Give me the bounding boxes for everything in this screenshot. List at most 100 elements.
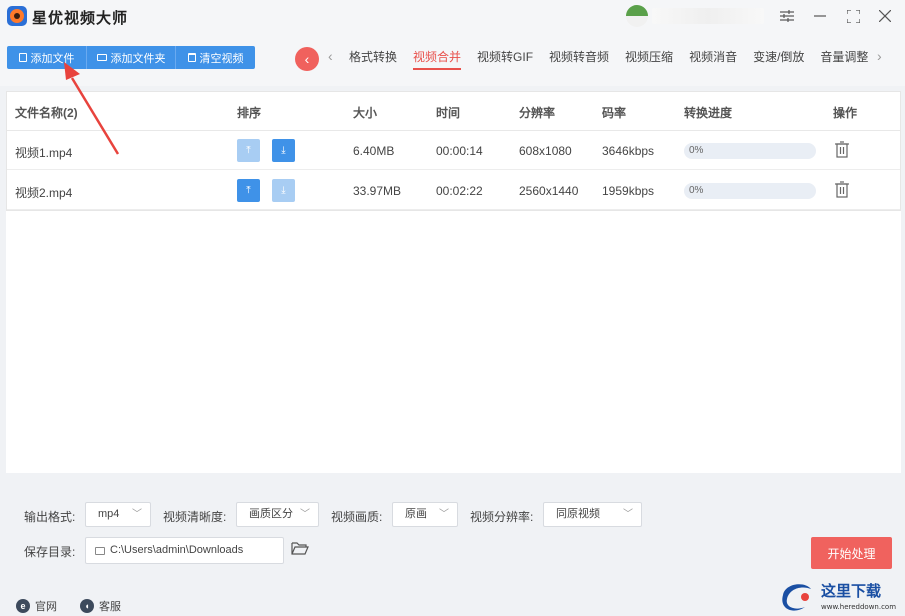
tabs-next-icon[interactable]: › (877, 48, 882, 64)
file-bitrate: 3646kbps (602, 144, 655, 158)
output-settings: 输出格式: mp4 ﹀ 视频清晰度: 画质区分 ﹀ 视频画质: 原画 ﹀ 视频分… (0, 485, 905, 585)
user-name-redacted (652, 8, 764, 24)
file-table: 文件名称(2) 排序 大小 时间 分辨率 码率 转换进度 操作 视频1.mp4 … (6, 91, 901, 473)
trash-icon (187, 53, 196, 62)
save-dir-label: 保存目录: (24, 545, 76, 559)
collapse-tabs-button[interactable]: ‹ (295, 47, 319, 71)
file-duration: 00:02:22 (436, 184, 483, 198)
watermark-brand: 这里下载 (821, 582, 881, 600)
folder-icon (96, 54, 107, 61)
trash-icon[interactable] (834, 181, 850, 199)
save-dir-input[interactable]: C:\Users\admin\Downloads (85, 537, 284, 564)
title-bar: 星优视频大师 (0, 0, 905, 34)
quality-select[interactable]: 原画 ﹀ (392, 502, 458, 527)
table-header: 文件名称(2) 排序 大小 时间 分辨率 码率 转换进度 操作 (6, 91, 901, 131)
close-icon[interactable] (872, 4, 898, 28)
website-label: 官网 (35, 601, 57, 613)
tab-video-compress[interactable]: 视频压缩 (625, 48, 673, 70)
resolution-value: 同原视频 (556, 508, 600, 520)
move-down-button[interactable]: ⤓ (272, 139, 295, 162)
maximize-icon[interactable] (840, 4, 866, 28)
resolution-select[interactable]: 同原视频 ﹀ (543, 502, 642, 527)
start-process-button[interactable]: 开始处理 (811, 537, 892, 569)
chevron-down-icon: ﹀ (623, 509, 633, 520)
app-title: 星优视频大师 (32, 10, 129, 27)
chat-icon: ◖ (80, 599, 94, 613)
file-size: 6.40MB (353, 144, 395, 158)
add-file-button[interactable]: 添加文件 (7, 46, 87, 69)
tab-video-merge[interactable]: 视频合并 (413, 48, 462, 70)
browser-icon: e (16, 599, 30, 613)
progress-text: 0% (689, 145, 704, 156)
file-button-group: 添加文件 添加文件夹 清空视频 (7, 46, 255, 69)
feature-tabs: 格式转换 视频合并 视频转GIF 视频转音频 视频压缩 视频消音 变速/倒放 音… (349, 48, 884, 70)
output-format-label: 输出格式: (24, 510, 76, 524)
chevron-left-icon: ‹ (304, 51, 310, 67)
chevron-down-icon: ﹀ (300, 509, 310, 520)
progress-text: 0% (689, 185, 704, 196)
status-bar: e 官网 ◖ 客服 (0, 595, 905, 616)
arrow-down-icon: ⤓ (281, 145, 286, 156)
file-name: 视频1.mp4 (15, 146, 73, 160)
output-format-select[interactable]: mp4 ﹀ (85, 502, 151, 527)
header-actions: 操作 (833, 106, 858, 120)
tab-video-to-audio[interactable]: 视频转音频 (549, 48, 609, 70)
resolution-label: 视频分辨率: (470, 510, 534, 524)
header-name: 文件名称(2) (15, 106, 78, 120)
header-progress: 转换进度 (684, 106, 733, 120)
clarity-value: 画质区分 (249, 508, 293, 520)
progress-bar: 0% (684, 183, 816, 199)
add-file-label: 添加文件 (30, 52, 75, 65)
move-down-button[interactable]: ⤓ (272, 179, 295, 202)
header-time: 时间 (436, 106, 461, 120)
support-link[interactable]: ◖ 客服 (80, 598, 121, 614)
tab-volume-adjust[interactable]: 音量调整 (820, 48, 868, 70)
arrow-down-icon: ⤓ (281, 185, 286, 196)
add-folder-label: 添加文件夹 (110, 52, 166, 65)
tab-video-mute[interactable]: 视频消音 (689, 48, 737, 70)
chevron-down-icon: ﹀ (132, 509, 142, 520)
trash-icon[interactable] (834, 141, 850, 159)
quality-label: 视频画质: (331, 510, 383, 524)
progress-bar: 0% (684, 143, 816, 159)
table-row[interactable]: 视频2.mp4 ⤒ ⤓ 33.97MB 00:02:22 2560x1440 1… (6, 171, 901, 210)
app-logo-icon (7, 6, 27, 26)
clear-videos-button[interactable]: 清空视频 (176, 46, 255, 69)
open-folder-icon[interactable] (291, 541, 309, 556)
output-format-value: mp4 (98, 508, 120, 520)
arrow-up-icon: ⤒ (246, 145, 251, 156)
folder-icon (95, 547, 105, 555)
user-avatar[interactable] (626, 5, 648, 27)
file-resolution: 2560x1440 (519, 184, 579, 198)
add-folder-button[interactable]: 添加文件夹 (87, 46, 176, 69)
header-resolution: 分辨率 (519, 106, 556, 120)
file-name: 视频2.mp4 (15, 186, 73, 200)
website-link[interactable]: e 官网 (16, 598, 57, 614)
move-up-button[interactable]: ⤒ (237, 179, 260, 202)
move-up-button[interactable]: ⤒ (237, 139, 260, 162)
arrow-up-icon: ⤒ (246, 185, 251, 196)
tab-video-to-gif[interactable]: 视频转GIF (477, 48, 533, 70)
quality-value: 原画 (405, 508, 427, 520)
table-row[interactable]: 视频1.mp4 ⤒ ⤓ 6.40MB 00:00:14 608x1080 364… (6, 131, 901, 170)
minimize-icon[interactable] (807, 4, 833, 28)
clarity-select[interactable]: 画质区分 ﹀ (236, 502, 319, 527)
header-sort: 排序 (237, 106, 262, 120)
tab-speed-reverse[interactable]: 变速/倒放 (753, 48, 804, 70)
tab-format-convert[interactable]: 格式转换 (349, 48, 397, 70)
clarity-label: 视频清晰度: (163, 510, 227, 524)
watermark-url: www.hereddown.com (821, 603, 896, 611)
chevron-down-icon: ﹀ (439, 509, 449, 520)
file-icon (18, 53, 27, 62)
save-dir-value: C:\Users\admin\Downloads (110, 544, 244, 556)
clear-videos-label: 清空视频 (199, 52, 244, 65)
file-size: 33.97MB (353, 184, 402, 198)
tabs-prev-icon[interactable]: ‹ (328, 48, 333, 64)
header-size: 大小 (353, 106, 378, 120)
file-duration: 00:00:14 (436, 144, 483, 158)
watermark-logo: 这里下载 www.hereddown.com (775, 575, 905, 616)
toolbar: 添加文件 添加文件夹 清空视频 ‹ ‹ 格式转换 视频合并 视频转GIF 视频转… (0, 34, 905, 86)
header-bitrate: 码率 (602, 106, 627, 120)
support-label: 客服 (99, 601, 121, 613)
sliders-icon[interactable] (774, 4, 800, 28)
